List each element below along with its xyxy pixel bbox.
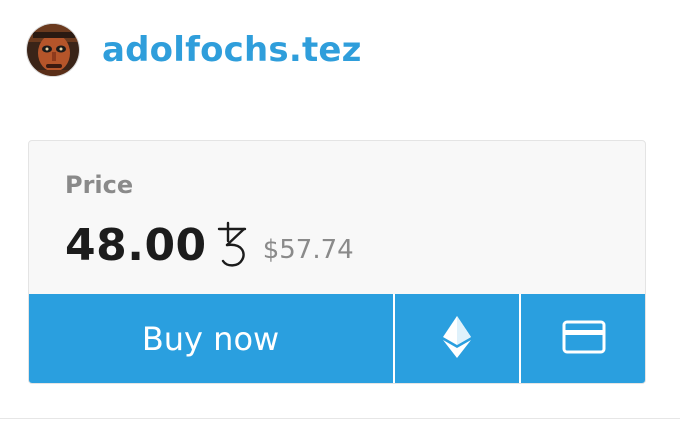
price-label: Price [65,171,134,199]
buy-now-button[interactable]: Buy now [29,294,393,383]
tezos-icon [215,221,249,269]
listing-page: adolfochs.tez Price 48.00 $57.74 Buy now [0,0,680,422]
pay-with-card-button[interactable] [519,294,645,383]
action-bar: Buy now [29,294,645,383]
price-card: Price 48.00 $57.74 Buy now [28,140,646,384]
price-value: 48.00 [65,219,207,271]
credit-card-icon [562,320,606,358]
price-row: 48.00 $57.74 [65,215,354,275]
pay-with-eth-button[interactable] [393,294,519,383]
creator-name-link[interactable]: adolfochs.tez [102,30,362,70]
divider [0,418,680,419]
avatar-image [27,24,79,76]
price-fiat: $57.74 [262,235,354,265]
creator-avatar[interactable] [26,23,80,77]
ethereum-icon [443,316,471,362]
creator-row[interactable]: adolfochs.tez [26,22,362,78]
